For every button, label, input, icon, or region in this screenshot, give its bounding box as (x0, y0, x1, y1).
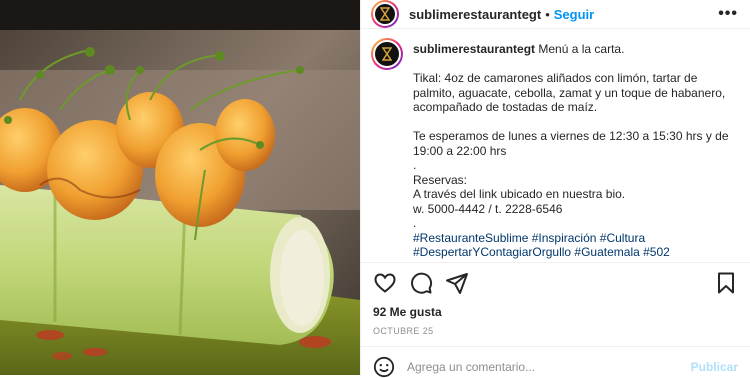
comment-input[interactable] (405, 359, 691, 375)
caption-line: w. 5000-4442 / t. 2228-6546 (413, 201, 563, 216)
caption-line: Menú a la carta. (535, 42, 625, 56)
share-icon[interactable] (445, 271, 469, 295)
caption-line: A través del link ubicado en nuestra bio… (413, 187, 626, 201)
caption: sublimerestaurantegt Menú a la carta. Ti… (371, 36, 738, 264)
post-header: sublimerestaurantegt • Seguir ••• (361, 0, 750, 29)
caption-line: Reservas: (413, 172, 468, 187)
divider (361, 346, 750, 347)
hashtags[interactable]: #DespertarYContagiarOrgullo #Guatemala #… (413, 245, 670, 259)
logo-icon (373, 2, 397, 26)
more-options-icon[interactable]: ••• (718, 5, 738, 23)
divider (361, 262, 750, 263)
action-bar (373, 270, 738, 296)
header-separator: • (545, 6, 550, 22)
dish-image (0, 0, 360, 375)
caption-line: Tikal: 4oz de camarones aliñados con lim… (413, 71, 729, 114)
caption-line: . (413, 158, 417, 172)
header-username[interactable]: sublimerestaurantegt (409, 7, 541, 22)
likes-count[interactable]: 92 Me gusta (373, 305, 442, 319)
follow-button[interactable]: Seguir (554, 7, 594, 22)
publish-button[interactable]: Publicar (691, 360, 738, 374)
heart-icon[interactable] (373, 271, 397, 295)
caption-line: Te esperamos de lunes a viernes de 12:30… (413, 129, 732, 158)
post-panel: sublimerestaurantegt • Seguir ••• sublim… (360, 0, 750, 378)
caption-avatar[interactable] (371, 38, 403, 70)
avatar[interactable] (371, 0, 399, 28)
post-photo[interactable] (0, 0, 360, 375)
caption-username[interactable]: sublimerestaurantegt (413, 42, 535, 56)
caption-line: . (413, 216, 417, 230)
post-date[interactable]: OCTUBRE 25 (373, 326, 434, 336)
bookmark-icon[interactable] (714, 271, 738, 295)
hashtags[interactable]: #RestauranteSublime #Inspiración #Cultur… (413, 231, 645, 245)
logo-icon (373, 40, 401, 68)
caption-text: sublimerestaurantegt Menú a la carta. Ti… (413, 42, 738, 264)
comment-icon[interactable] (409, 271, 433, 295)
